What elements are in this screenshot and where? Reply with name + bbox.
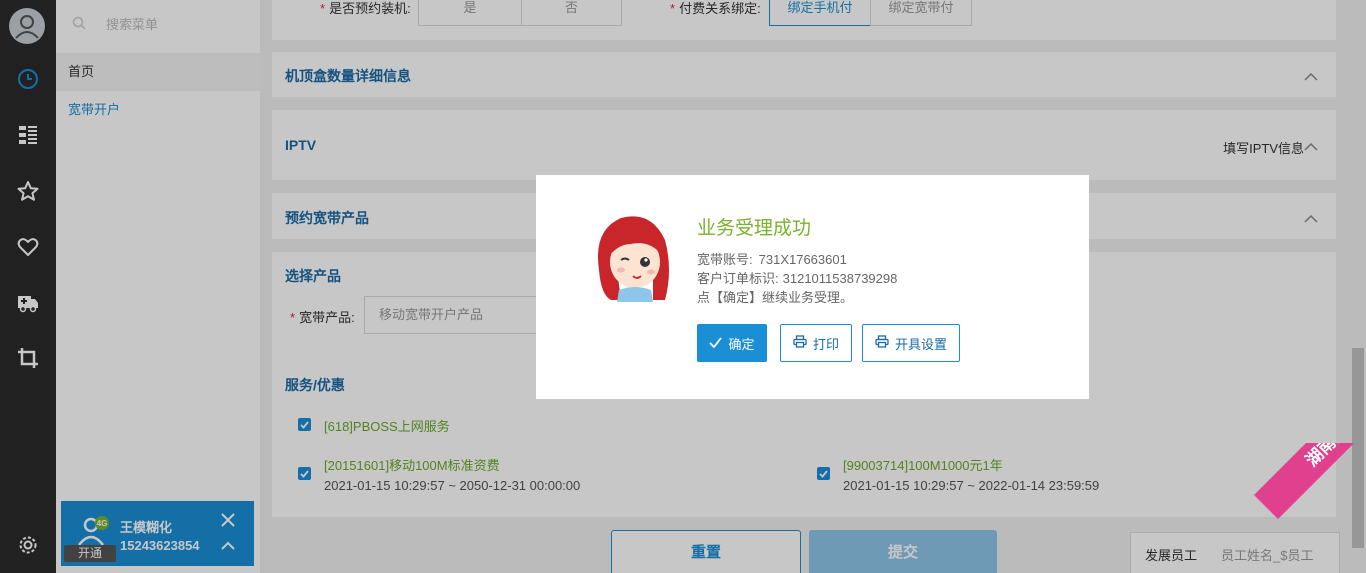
- printer-icon: [875, 335, 889, 351]
- invoice-settings-button[interactable]: 开具设置: [862, 324, 960, 362]
- broadband-account-line: 宽带账号: 731X17663601: [697, 252, 847, 267]
- confirm-button[interactable]: 确定: [697, 324, 767, 362]
- order-id-line: 客户订单标识: 3121011538739298: [697, 271, 898, 286]
- mascot-illustration: [591, 210, 673, 302]
- success-dialog: 业务受理成功 宽带账号: 731X17663601 客户订单标识: 31210115…: [536, 175, 1089, 399]
- continue-hint: 点【确定】继续业务受理。: [697, 290, 854, 305]
- dialog-title: 业务受理成功: [697, 218, 812, 239]
- print-button[interactable]: 打印: [780, 324, 852, 362]
- printer-icon: [793, 335, 807, 351]
- check-icon: [709, 336, 723, 351]
- environment-ribbon-label: 湖南测试: [1254, 443, 1366, 520]
- environment-ribbon: 湖南测试: [1236, 443, 1366, 573]
